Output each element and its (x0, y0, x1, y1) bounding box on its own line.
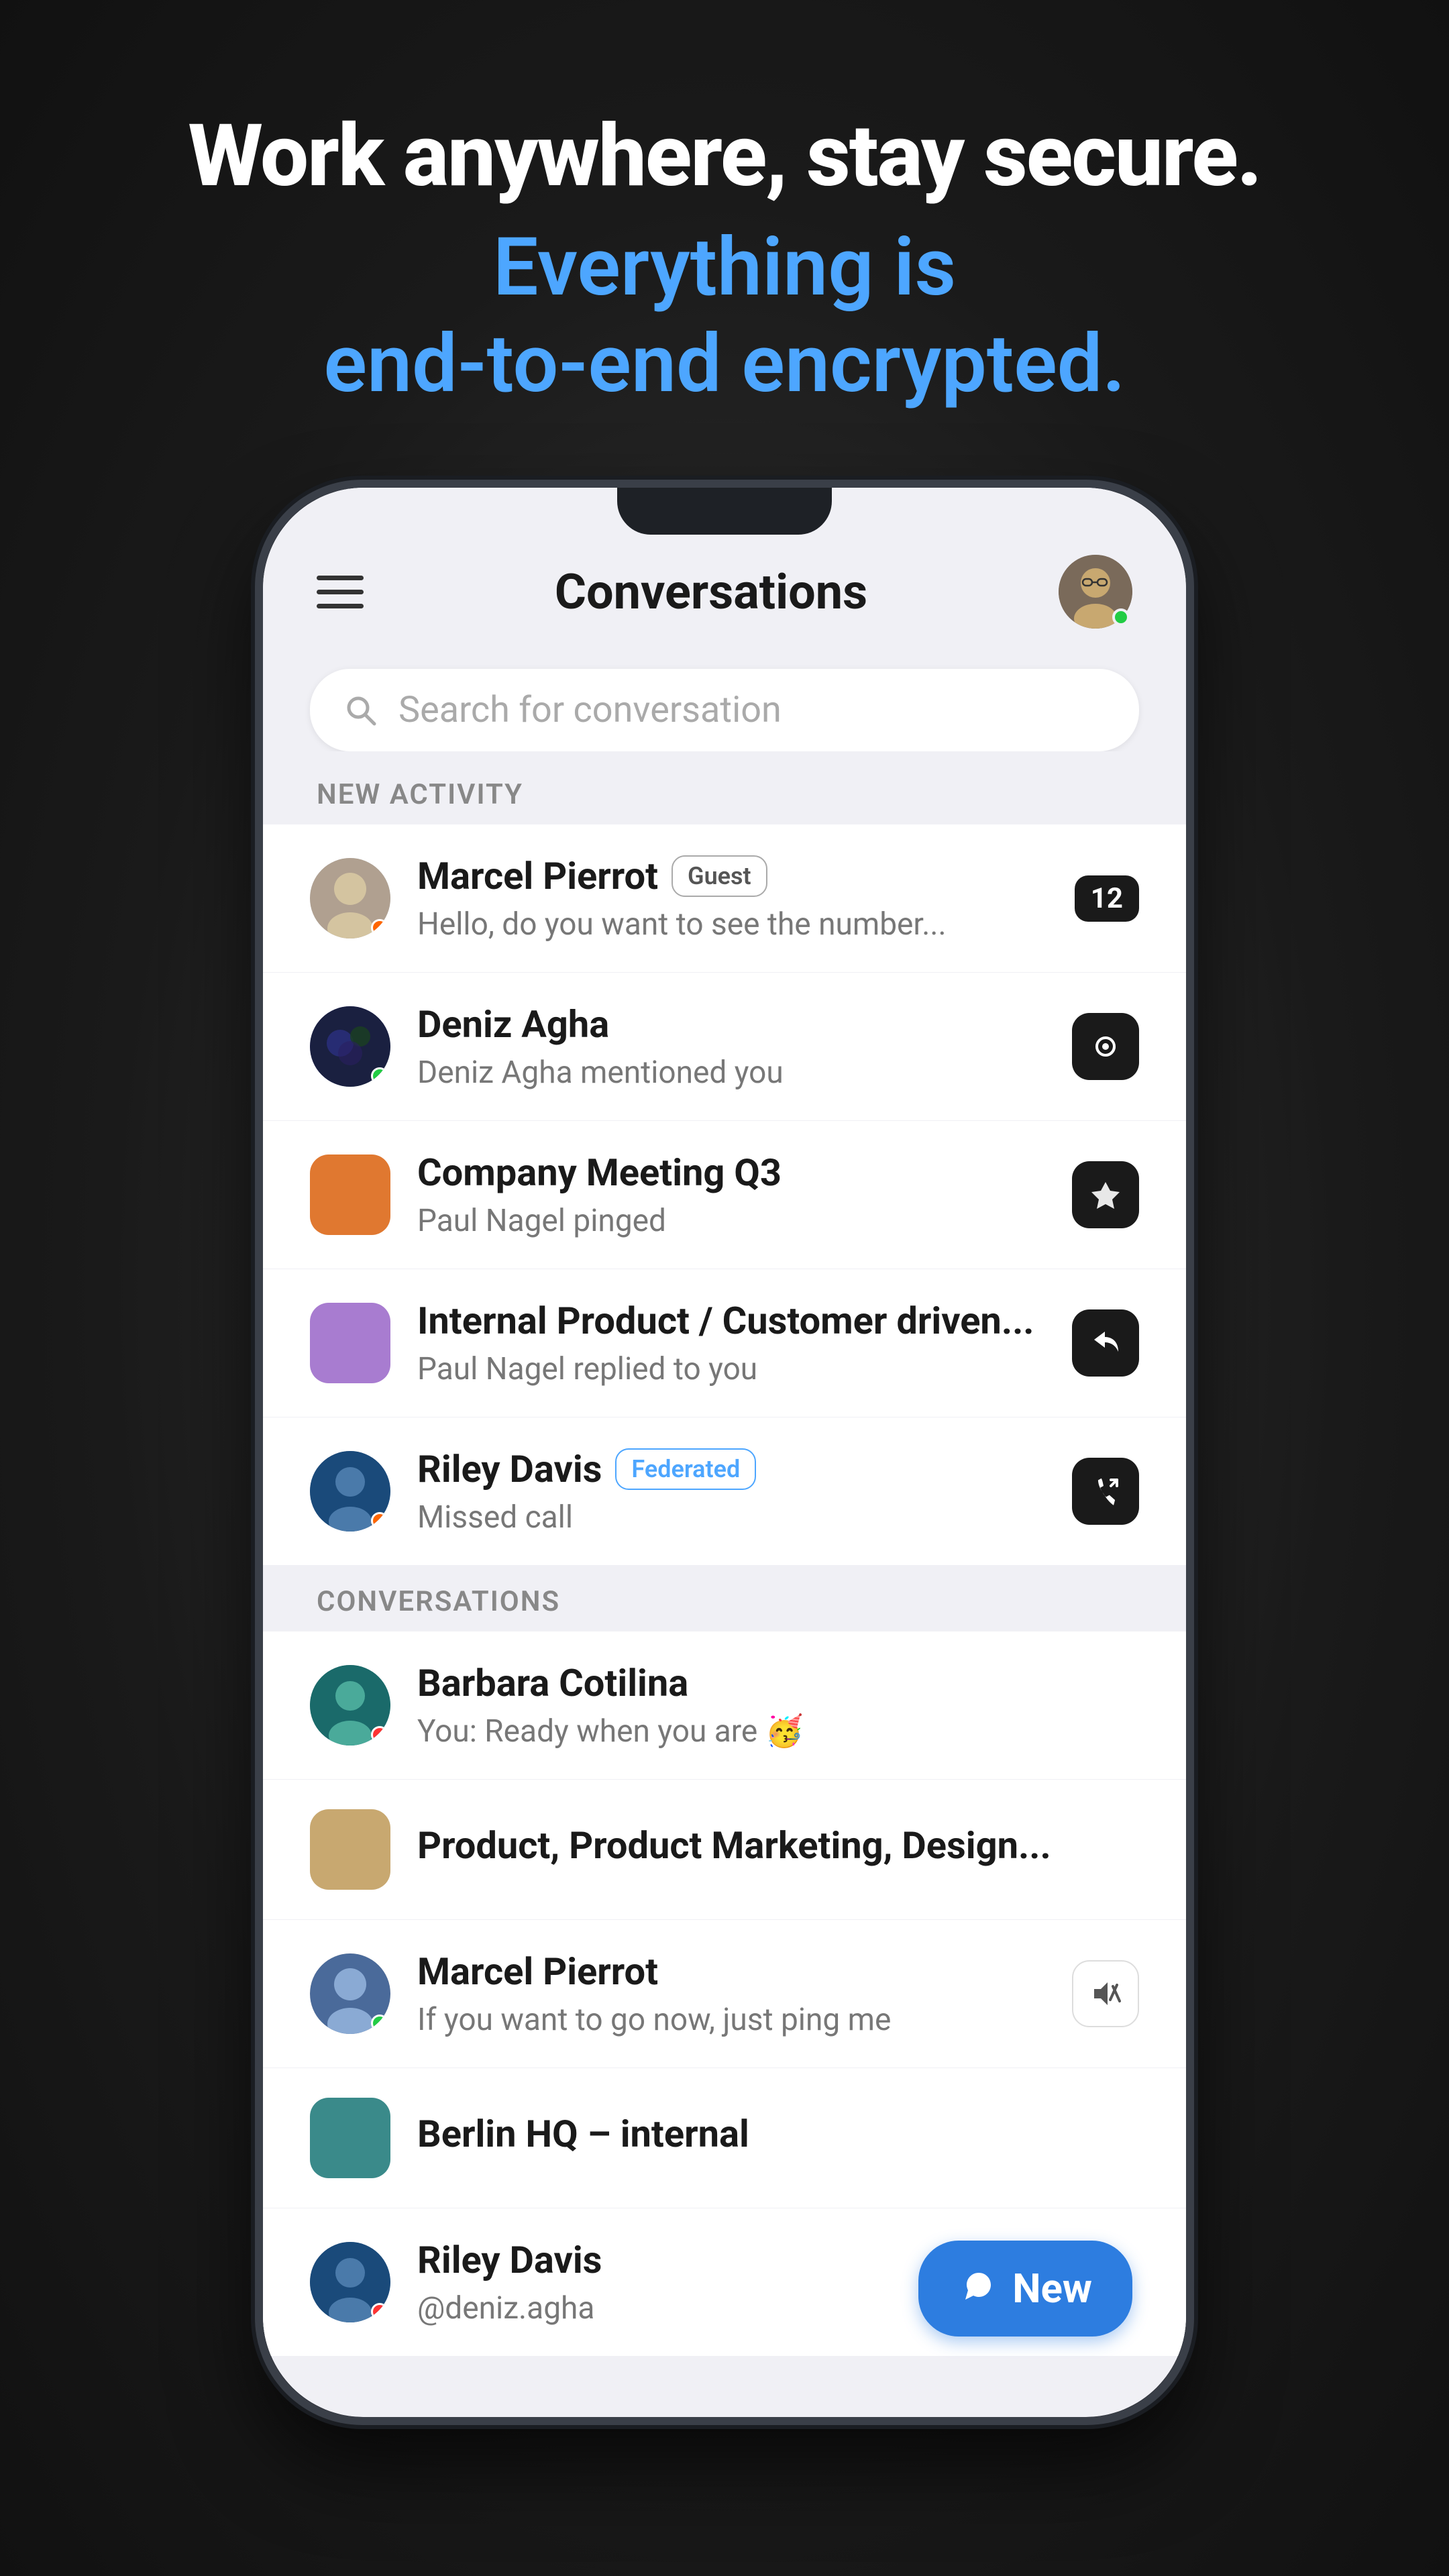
avatar (310, 1451, 390, 1532)
avatar (310, 1303, 390, 1383)
conversation-content: Marcel Pierrot If you want to go now, ju… (417, 1949, 1045, 2038)
list-item[interactable]: Company Meeting Q3 Paul Nagel pinged (263, 1121, 1186, 1269)
status-indicator (371, 2015, 388, 2032)
contact-name: Riley Davis (417, 2238, 602, 2282)
list-item[interactable]: Riley Davis Federated Missed call (263, 1417, 1186, 1565)
search-icon (343, 693, 378, 728)
phone-screen: Conversations (263, 488, 1186, 2417)
avatar (310, 858, 390, 938)
section-conversations: CONVERSATIONS (263, 1565, 1186, 1631)
message-preview: You: Ready when you are 🥳 (417, 1713, 1139, 1750)
muted-action (1072, 1960, 1139, 2027)
subtitle-line2: end-to-end encrypted. (324, 317, 1126, 411)
reply-action (1072, 1309, 1139, 1377)
name-row: Marcel Pierrot Guest (417, 854, 1048, 898)
name-row: Deniz Agha (417, 1002, 1045, 1046)
message-preview: If you want to go now, just ping me (417, 2002, 1045, 2038)
conversation-content: Internal Product / Customer driven... Pa… (417, 1299, 1045, 1387)
mention-action (1072, 1013, 1139, 1080)
name-row: Product, Product Marketing, Design... (417, 1823, 1139, 1868)
new-conversation-icon (959, 2269, 999, 2309)
menu-line-2 (317, 590, 364, 594)
message-preview: Paul Nagel pinged (417, 1203, 1045, 1239)
menu-line-3 (317, 604, 364, 608)
status-indicator (371, 1067, 388, 1085)
name-row: Company Meeting Q3 (417, 1150, 1045, 1195)
message-preview: Deniz Agha mentioned you (417, 1055, 1045, 1091)
list-item[interactable]: Marcel Pierrot Guest Hello, do you want … (263, 824, 1186, 973)
contact-name: Riley Davis (417, 1447, 602, 1491)
name-row: Riley Davis Federated (417, 1447, 1045, 1491)
list-item[interactable]: Product, Product Marketing, Design... (263, 1780, 1186, 1920)
name-row: Barbara Cotilina (417, 1661, 1139, 1705)
contact-name: Marcel Pierrot (417, 1949, 658, 1994)
phone-notch (617, 488, 832, 535)
conversation-content: Product, Product Marketing, Design... (417, 1823, 1139, 1876)
status-indicator (371, 1512, 388, 1529)
name-row: Marcel Pierrot (417, 1949, 1045, 1994)
menu-button[interactable] (317, 576, 364, 608)
message-preview: Paul Nagel replied to you (417, 1351, 1045, 1387)
contact-name: Marcel Pierrot (417, 854, 658, 898)
notification-count: 12 (1075, 875, 1139, 922)
list-item[interactable]: Berlin HQ – internal (263, 2068, 1186, 2208)
avatar (310, 1006, 390, 1087)
status-indicator (371, 919, 388, 936)
hero-subtitle: Everything is end-to-end encrypted. (188, 219, 1260, 413)
list-item[interactable]: Barbara Cotilina You: Ready when you are… (263, 1631, 1186, 1780)
new-button-label: New (1012, 2265, 1092, 2312)
contact-name: Product, Product Marketing, Design... (417, 1823, 1051, 1868)
avatar (310, 1809, 390, 1890)
contact-name: Barbara Cotilina (417, 1661, 688, 1705)
status-indicator (371, 1726, 388, 1743)
contact-name: Internal Product / Customer driven... (417, 1299, 1034, 1343)
avatar (310, 2098, 390, 2178)
phone-frame: Conversations (255, 480, 1194, 2425)
conversation-content: Company Meeting Q3 Paul Nagel pinged (417, 1150, 1045, 1239)
subtitle-line1: Everything is (493, 221, 956, 315)
missed-call-action (1072, 1458, 1139, 1525)
contact-name: Berlin HQ – internal (417, 2112, 749, 2156)
hero-header: Work anywhere, stay secure. Everything i… (188, 107, 1260, 413)
conversation-content: Deniz Agha Deniz Agha mentioned you (417, 1002, 1045, 1091)
message-preview: Hello, do you want to see the number... (417, 906, 1048, 943)
conversation-content: Marcel Pierrot Guest Hello, do you want … (417, 854, 1048, 943)
search-placeholder: Search for conversation (398, 689, 782, 731)
menu-line-1 (317, 576, 364, 580)
avatar (310, 1155, 390, 1235)
new-activity-list: Marcel Pierrot Guest Hello, do you want … (263, 824, 1186, 1565)
conversation-content: Barbara Cotilina You: Ready when you are… (417, 1661, 1139, 1750)
name-row: Internal Product / Customer driven... (417, 1299, 1045, 1343)
guest-badge: Guest (672, 855, 767, 897)
avatar (310, 1665, 390, 1746)
avatar (310, 2242, 390, 2322)
avatar (310, 1953, 390, 2034)
screen-title: Conversations (555, 564, 867, 621)
contact-name: Company Meeting Q3 (417, 1150, 782, 1195)
user-online-status (1112, 608, 1130, 626)
search-bar[interactable]: Search for conversation (310, 669, 1139, 751)
federated-badge: Federated (615, 1448, 756, 1490)
conversation-content: Berlin HQ – internal (417, 2112, 1139, 2164)
new-conversation-button[interactable]: New (918, 2241, 1132, 2337)
ping-action (1072, 1161, 1139, 1228)
list-item[interactable]: Marcel Pierrot If you want to go now, ju… (263, 1920, 1186, 2068)
list-item[interactable]: Deniz Agha Deniz Agha mentioned you (263, 973, 1186, 1121)
list-item[interactable]: Internal Product / Customer driven... Pa… (263, 1269, 1186, 1417)
contact-name: Deniz Agha (417, 1002, 609, 1046)
message-preview: Missed call (417, 1499, 1045, 1536)
user-avatar-wrapper[interactable] (1059, 555, 1132, 629)
phone-mockup: Conversations (255, 480, 1194, 2425)
hero-title: Work anywhere, stay secure. (188, 107, 1260, 206)
name-row: Berlin HQ – internal (417, 2112, 1139, 2156)
section-new-activity: NEW ACTIVITY (263, 751, 1186, 824)
conversation-content: Riley Davis Federated Missed call (417, 1447, 1045, 1536)
status-indicator (371, 2303, 388, 2320)
